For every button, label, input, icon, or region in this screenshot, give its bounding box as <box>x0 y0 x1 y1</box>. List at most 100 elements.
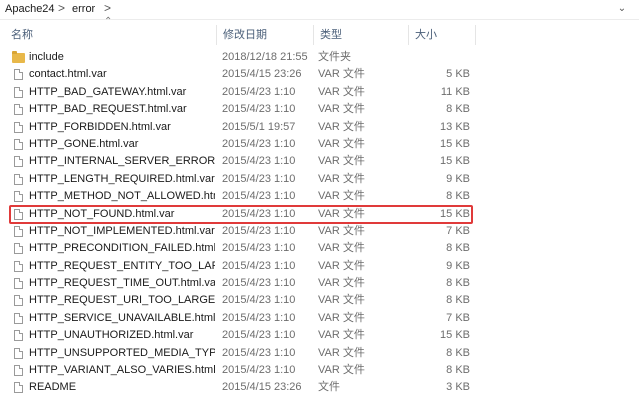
breadcrumb: Apache24 > error > ⌄ <box>0 0 639 20</box>
file-icon <box>12 292 26 309</box>
file-date: 2015/5/1 19:57 <box>222 120 296 133</box>
file-type: VAR 文件 <box>318 259 365 272</box>
column-header-name[interactable]: 名称 <box>5 25 217 45</box>
file-date: 2015/4/23 1:10 <box>222 294 296 307</box>
file-name: HTTP_UNAUTHORIZED.html.var <box>29 329 194 342</box>
file-explorer-window: Apache24 > error > ⌄ ⌃ 名称 修改日期 类型 大小 inc… <box>0 0 639 403</box>
file-date: 2015/4/23 1:10 <box>222 190 296 203</box>
file-name: HTTP_UNSUPPORTED_MEDIA_TYPE.h... <box>29 346 215 359</box>
file-name: HTTP_REQUEST_TIME_OUT.html.var <box>29 277 215 290</box>
file-row[interactable]: README 2015/4/15 23:26 文件 3 KB <box>0 379 639 396</box>
file-size: 13 KB <box>440 120 470 133</box>
file-row[interactable]: contact.html.var 2015/4/15 23:26 VAR 文件 5 K… <box>0 66 639 83</box>
file-row[interactable]: HTTP_REQUEST_URI_TOO_LARGE.ht... 2015/4/2… <box>0 292 639 309</box>
file-type: VAR 文件 <box>318 277 365 290</box>
file-name: HTTP_METHOD_NOT_ALLOWED.html... <box>29 190 215 203</box>
file-size: 5 KB <box>446 68 470 81</box>
file-icon <box>12 327 26 344</box>
file-icon <box>12 362 26 379</box>
folder-icon <box>12 49 26 66</box>
file-size: 8 KB <box>446 277 470 290</box>
file-size: 7 KB <box>446 224 470 237</box>
chevron-down-icon[interactable]: ⌄ <box>615 2 629 16</box>
file-date: 2015/4/23 1:10 <box>222 329 296 342</box>
file-type: VAR 文件 <box>318 346 365 359</box>
file-name: HTTP_LENGTH_REQUIRED.html.var <box>29 172 215 185</box>
file-icon <box>12 275 26 292</box>
file-icon <box>12 240 26 257</box>
file-size: 11 KB <box>440 85 470 98</box>
file-name: HTTP_SERVICE_UNAVAILABLE.html.var <box>29 311 215 324</box>
file-date: 2015/4/23 1:10 <box>222 346 296 359</box>
file-size: 8 KB <box>446 103 470 116</box>
file-icon <box>12 119 26 136</box>
file-row[interactable]: HTTP_VARIANT_ALSO_VARIES.html.var 2015/4/… <box>0 362 639 379</box>
file-size: 8 KB <box>446 346 470 359</box>
file-name: HTTP_INTERNAL_SERVER_ERROR.ht... <box>29 155 215 168</box>
file-icon <box>12 66 26 83</box>
file-type: VAR 文件 <box>318 68 365 81</box>
file-name: include <box>29 51 64 63</box>
file-date: 2015/4/15 23:26 <box>222 68 302 81</box>
file-row[interactable]: HTTP_PRECONDITION_FAILED.html.var 2015/4/… <box>0 240 639 257</box>
file-date: 2015/4/23 1:10 <box>222 103 296 116</box>
file-icon <box>12 258 26 275</box>
file-row[interactable]: HTTP_NOT_IMPLEMENTED.html.var 2015/4/23 1… <box>0 223 639 240</box>
file-type: VAR 文件 <box>318 311 365 324</box>
file-icon <box>12 171 26 188</box>
column-header-type[interactable]: 类型 <box>314 25 409 45</box>
file-name: HTTP_BAD_GATEWAY.html.var <box>29 85 187 98</box>
file-date: 2015/4/23 1:10 <box>222 364 296 377</box>
file-type: VAR 文件 <box>318 190 365 203</box>
file-type: VAR 文件 <box>318 155 365 168</box>
file-type: VAR 文件 <box>318 294 365 307</box>
file-row[interactable]: HTTP_METHOD_NOT_ALLOWED.html... 2015/4/23… <box>0 188 639 205</box>
file-type: VAR 文件 <box>318 120 365 133</box>
file-size <box>408 49 470 66</box>
file-size: 9 KB <box>446 172 470 185</box>
column-header-date[interactable]: 修改日期 <box>217 25 314 45</box>
file-row[interactable]: HTTP_UNSUPPORTED_MEDIA_TYPE.h... 2015/4/2… <box>0 345 639 362</box>
file-date: 2015/4/23 1:10 <box>222 155 296 168</box>
file-date: 2015/4/23 1:10 <box>222 259 296 272</box>
column-header-size[interactable]: 大小 <box>409 25 476 45</box>
file-icon <box>12 379 26 396</box>
file-name: HTTP_FORBIDDEN.html.var <box>29 120 171 133</box>
file-type: VAR 文件 <box>318 137 365 150</box>
file-date: 2015/4/23 1:10 <box>222 85 296 98</box>
file-icon <box>12 136 26 153</box>
file-row[interactable]: HTTP_REQUEST_ENTITY_TOO_LARGE.... 2015/4/… <box>0 258 639 275</box>
file-row[interactable]: HTTP_REQUEST_TIME_OUT.html.var 2015/4/23 … <box>0 275 639 292</box>
file-type: VAR 文件 <box>318 364 365 377</box>
file-row[interactable]: HTTP_INTERNAL_SERVER_ERROR.ht... 2015/4/2… <box>0 153 639 170</box>
file-date: 2015/4/23 1:10 <box>222 277 296 290</box>
breadcrumb-item-apache24[interactable]: Apache24 <box>5 3 55 15</box>
file-icon <box>12 101 26 118</box>
file-row[interactable]: HTTP_LENGTH_REQUIRED.html.var 2015/4/23 1… <box>0 171 639 188</box>
file-size: 8 KB <box>446 190 470 203</box>
file-date: 2015/4/23 1:10 <box>222 224 296 237</box>
file-size: 8 KB <box>446 242 470 255</box>
file-size: 15 KB <box>440 137 470 150</box>
file-row[interactable]: HTTP_UNAUTHORIZED.html.var 2015/4/23 1:10… <box>0 327 639 344</box>
file-name: HTTP_NOT_IMPLEMENTED.html.var <box>29 224 215 237</box>
file-row[interactable]: HTTP_SERVICE_UNAVAILABLE.html.var 2015/4/… <box>0 310 639 327</box>
file-icon <box>12 345 26 362</box>
column-headers: 名称 修改日期 类型 大小 <box>0 25 639 45</box>
file-date: 2015/4/23 1:10 <box>222 172 296 185</box>
file-row[interactable]: include 2018/12/18 21:55 文件夹 <box>0 49 639 66</box>
file-type: 文件 <box>318 381 340 394</box>
file-icon <box>12 223 26 240</box>
breadcrumb-separator-icon[interactable]: > <box>58 1 65 15</box>
file-size: 9 KB <box>446 259 470 272</box>
file-row[interactable]: HTTP_BAD_REQUEST.html.var 2015/4/23 1:10 V… <box>0 101 639 118</box>
file-type: VAR 文件 <box>318 172 365 185</box>
file-row[interactable]: HTTP_FORBIDDEN.html.var 2015/5/1 19:57 VAR… <box>0 119 639 136</box>
breadcrumb-item-error[interactable]: error <box>72 3 95 15</box>
file-row[interactable]: HTTP_GONE.html.var 2015/4/23 1:10 VAR 文件 15… <box>0 136 639 153</box>
file-name: HTTP_BAD_REQUEST.html.var <box>29 103 187 116</box>
file-type: 文件夹 <box>318 51 351 63</box>
breadcrumb-separator-icon[interactable]: > <box>104 1 111 15</box>
file-row[interactable]: HTTP_BAD_GATEWAY.html.var 2015/4/23 1:10 V… <box>0 84 639 101</box>
file-type: VAR 文件 <box>318 103 365 116</box>
